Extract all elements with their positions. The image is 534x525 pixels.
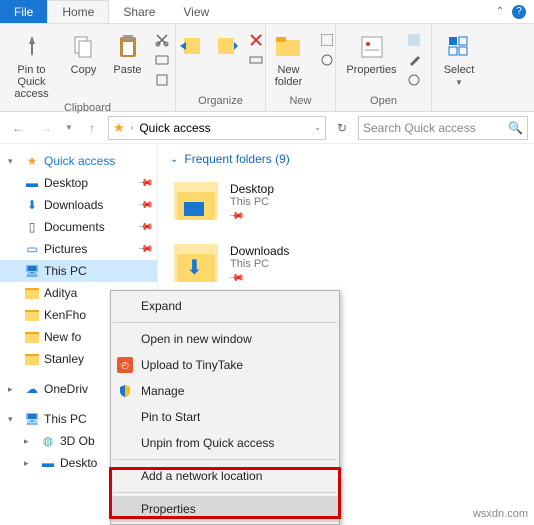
tab-share[interactable]: Share (109, 0, 169, 23)
address-input[interactable]: ★ › Quick access ⌄ (108, 116, 326, 140)
ctx-expand[interactable]: Expand (111, 293, 339, 319)
folder-icon (24, 307, 40, 323)
pin-to-quick-access-button[interactable]: Pin to Quick access (4, 30, 60, 102)
pin-icon: 📌 (136, 197, 153, 214)
address-bar: ← → ▼ ↑ ★ › Quick access ⌄ ↻ Search Quic… (0, 112, 534, 144)
sidebar-item-downloads[interactable]: ⬇Downloads📌 (0, 194, 157, 216)
tab-home[interactable]: Home (47, 0, 109, 23)
address-text: Quick access (139, 121, 210, 135)
pin-icon: 📌 (136, 219, 153, 236)
properties-button[interactable]: Properties (344, 30, 400, 78)
paste-shortcut-icon[interactable] (154, 72, 170, 88)
sidebar-item-desktop[interactable]: ▬Desktop📌 (0, 172, 157, 194)
ctx-unpin-quick-access[interactable]: Unpin from Quick access (111, 430, 339, 456)
cut-icon[interactable] (154, 32, 170, 48)
folder-icon (24, 285, 40, 301)
copy-path-icon[interactable] (154, 52, 170, 68)
pin-icon: 📌 (228, 208, 245, 225)
ctx-open-new-window[interactable]: Open in new window (111, 326, 339, 352)
tinytake-icon: ◴ (117, 357, 133, 373)
sidebar-item-documents[interactable]: ▯Documents📌 (0, 216, 157, 238)
open-icon[interactable] (406, 32, 422, 48)
star-icon: ★ (24, 153, 40, 169)
rename-icon[interactable] (248, 52, 264, 68)
pin-icon: 📌 (228, 270, 245, 287)
clipboard-group-label: Clipboard (64, 102, 111, 116)
desktop-icon: ▬ (40, 455, 56, 471)
up-button[interactable]: ↑ (80, 116, 104, 140)
folder-icon: ⬇ (174, 244, 218, 282)
shield-icon (117, 383, 133, 399)
downloads-icon: ⬇ (24, 197, 40, 213)
ctx-pin-to-start[interactable]: Pin to Start (111, 404, 339, 430)
folder-icon (174, 182, 218, 220)
tab-bar: File Home Share View ⌃ ? (0, 0, 534, 24)
chevron-down-icon[interactable]: ▾ (8, 414, 20, 425)
search-input[interactable]: Search Quick access 🔍 (358, 116, 528, 140)
pin-icon: 📌 (136, 175, 153, 192)
ctx-properties[interactable]: Properties (111, 496, 339, 522)
copy-button[interactable]: Copy (64, 30, 104, 78)
context-menu: Expand Open in new window ◴Upload to Tin… (110, 290, 340, 525)
chevron-down-icon: ⌄ (170, 154, 178, 165)
forward-button: → (34, 116, 58, 140)
open-group-label: Open (370, 95, 397, 109)
back-button[interactable]: ← (6, 116, 30, 140)
documents-icon: ▯ (24, 219, 40, 235)
pictures-icon: ▭ (24, 241, 40, 257)
copy-to-button[interactable] (212, 32, 240, 60)
chevron-right-icon[interactable]: ▸ (24, 458, 36, 469)
sidebar-quick-access[interactable]: ▾ ★ Quick access (0, 150, 157, 172)
ctx-add-network-location[interactable]: Add a network location (111, 463, 339, 489)
ctx-upload-tinytake[interactable]: ◴Upload to TinyTake (111, 352, 339, 378)
edit-icon[interactable] (406, 52, 422, 68)
sidebar-item-pictures[interactable]: ▭Pictures📌 (0, 238, 157, 260)
select-button[interactable]: Select ▼ (438, 30, 480, 89)
sidebar-item-this-pc-pinned[interactable]: 🖥This PC (0, 260, 157, 282)
organize-group-label: Organize (198, 95, 243, 109)
pc-icon: 🖥 (24, 263, 40, 279)
download-arrow-icon: ⬇ (186, 255, 203, 280)
watermark: wsxdn.com (473, 508, 528, 520)
folder-icon (24, 329, 40, 345)
history-icon[interactable] (406, 72, 422, 88)
new-item-icon[interactable] (319, 32, 335, 48)
chevron-right-icon[interactable]: ▸ (24, 436, 36, 447)
3d-icon: ◍ (40, 433, 56, 449)
address-dropdown-icon[interactable]: ⌄ (314, 123, 321, 132)
folder-icon (24, 351, 40, 367)
search-placeholder: Search Quick access (363, 121, 476, 135)
chevron-right-icon[interactable]: ▸ (8, 384, 20, 395)
tab-file[interactable]: File (0, 0, 47, 23)
search-icon: 🔍 (508, 121, 523, 135)
folder-item-downloads[interactable]: ⬇ Downloads This PC 📌 (162, 240, 530, 288)
minimize-ribbon-icon[interactable]: ⌃ (496, 6, 504, 17)
paste-button[interactable]: Paste (108, 30, 148, 78)
tab-view[interactable]: View (169, 0, 223, 23)
ribbon: Pin to Quick access Copy Paste Clipboard (0, 24, 534, 112)
new-folder-button[interactable]: New folder (265, 30, 313, 90)
folder-item-desktop[interactable]: Desktop This PC 📌 (162, 178, 530, 226)
new-group-label: New (289, 95, 311, 109)
pc-icon: 🖥 (24, 411, 40, 427)
help-icon[interactable]: ? (512, 5, 526, 19)
ctx-manage[interactable]: Manage (111, 378, 339, 404)
chevron-down-icon[interactable]: ▾ (8, 156, 20, 167)
refresh-button[interactable]: ↻ (330, 116, 354, 140)
desktop-icon: ▬ (24, 175, 40, 191)
recent-locations-button[interactable]: ▼ (62, 116, 76, 140)
easy-access-icon[interactable] (319, 52, 335, 68)
quick-access-star-icon: ★ (113, 120, 125, 136)
pin-icon: 📌 (136, 241, 153, 258)
move-to-button[interactable] (178, 32, 206, 60)
onedrive-icon: ☁ (24, 381, 40, 397)
frequent-folders-header[interactable]: ⌄ Frequent folders (9) (162, 152, 530, 166)
delete-icon[interactable] (248, 32, 264, 48)
